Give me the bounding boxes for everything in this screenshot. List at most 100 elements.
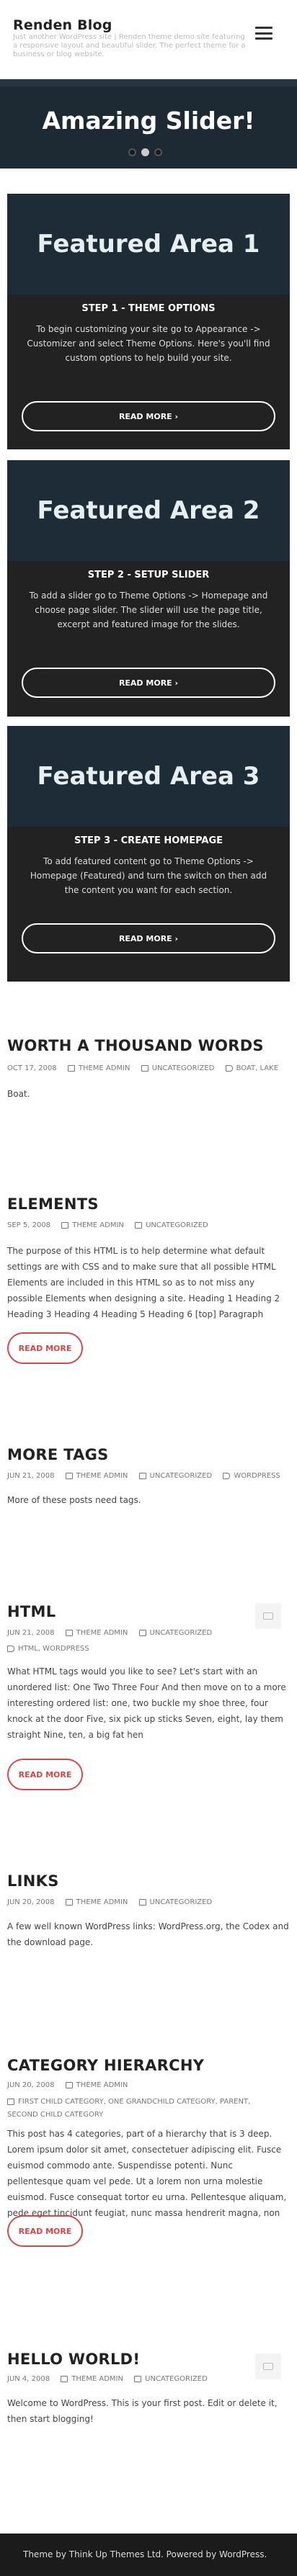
post-excerpt: The purpose of this HTML is to help dete… [7,1246,280,1319]
post-author[interactable]: THEME ADMIN [79,1064,130,1072]
read-more-button[interactable]: READ MORE [7,1759,83,1790]
post-meta: JUN 4, 2008 THEME ADMIN UNCATEGORIZED [7,2375,208,2383]
post-meta: JUN 20, 2008 THEME ADMIN UNCATEGORIZED [7,1898,212,1906]
slider-stripe [0,79,297,86]
slider-dot[interactable] [154,148,162,156]
tag-icon [223,1472,231,1479]
post-excerpt: A few well known WordPress links: WordPr… [7,1921,289,1947]
user-icon [65,2081,73,2088]
post-title[interactable]: CATEGORY HIERARCHY [7,2057,204,2074]
user-icon [61,2375,68,2382]
post-categories[interactable]: UNCATEGORIZED [150,1898,213,1906]
hero-slider: Amazing Slider! [0,79,297,169]
featured-area-3: Featured Area 3 STEP 3 - CREATE HOMEPAGE… [7,726,290,982]
post-title[interactable]: LINKS [7,1872,59,1890]
post-tags[interactable]: WORDPRESS [234,1472,280,1480]
post-excerpt: More of these posts need tags. [7,1495,141,1505]
folder-icon [134,2375,142,2382]
post-meta: OCT 17, 2008 THEME ADMIN UNCATEGORIZED B… [7,1064,278,1072]
post-date[interactable]: JUN 4, 2008 [7,2375,50,2383]
post-categories[interactable]: UNCATEGORIZED [150,1629,213,1637]
post-date[interactable]: SEP 5, 2008 [7,1221,50,1229]
post-date[interactable]: JUN 20, 2008 [7,1898,54,1906]
post-title[interactable]: ELEMENTS [7,1195,99,1213]
read-more-button[interactable]: READ MORE › [22,923,275,953]
featured-step-title: STEP 2 - SETUP SLIDER [87,570,210,580]
comment-icon[interactable] [255,2353,281,2379]
read-more-button[interactable]: READ MORE [7,2215,83,2247]
user-icon [67,1064,75,1072]
user-icon [61,1221,69,1229]
featured-area-1: Featured Area 1 STEP 1 - THEME OPTIONS T… [7,194,290,449]
post-title[interactable]: HELLO WORLD! [7,2351,140,2368]
featured-text: To add featured content go to Theme Opti… [30,856,267,895]
site-description: Just another WordPress site | Renden the… [13,33,246,58]
user-icon [65,1898,73,1906]
post-meta: SEP 5, 2008 THEME ADMIN UNCATEGORIZED [7,1221,208,1229]
folder-icon [138,1472,146,1479]
read-more-button[interactable]: READ MORE › [22,401,275,431]
post-categories[interactable]: UNCATEGORIZED [150,1472,213,1480]
folder-icon [138,1898,146,1906]
user-icon [65,1472,73,1479]
post-date[interactable]: JUN 21, 2008 [7,1629,54,1637]
user-icon [65,1629,73,1636]
featured-text: To begin customizing your site go to App… [27,324,270,363]
post-author[interactable]: THEME ADMIN [76,1629,128,1637]
post-excerpt: This post has 4 categories, part of a hi… [7,2129,287,2218]
post-title[interactable]: WORTH A THOUSAND WORDS [7,1037,264,1054]
post-author[interactable]: THEME ADMIN [76,1472,128,1480]
slider-pagination [128,148,162,156]
post-excerpt: Welcome to WordPress. This is your first… [7,2398,278,2424]
post-categories[interactable]: UNCATEGORIZED [146,1221,208,1229]
post-categories[interactable]: FIRST CHILD CATEGORY, ONE GRANDCHILD CAT… [7,2098,250,2119]
featured-image-title: Featured Area 2 [37,496,260,525]
read-more-button[interactable]: READ MORE [7,1332,83,1364]
slider-dot-active[interactable] [141,148,149,156]
post-title[interactable]: MORE TAGS [7,1446,109,1463]
post-tags[interactable]: BOAT, LAKE [236,1064,278,1072]
post-tags[interactable]: HTML, WORDPRESS [18,1645,89,1653]
post-categories[interactable]: UNCATEGORIZED [145,2375,208,2383]
footer-text: Theme by Think Up Themes Ltd. Powered by… [23,2549,267,2559]
post-excerpt: Boat. [7,1089,30,1099]
folder-icon [7,2098,14,2105]
hamburger-icon[interactable] [255,27,272,40]
read-more-button[interactable]: READ MORE › [22,668,275,698]
featured-text: To add a slider go to Theme Options -> H… [29,591,268,629]
post-meta: JUN 21, 2008 THEME ADMIN UNCATEGORIZED W… [7,1472,280,1480]
folder-icon [141,1064,148,1072]
post-author[interactable]: THEME ADMIN [76,2081,128,2089]
post-meta: JUN 21, 2008 THEME ADMIN UNCATEGORIZED [7,1629,212,1637]
featured-step-title: STEP 3 - CREATE HOMEPAGE [74,835,223,846]
post-author[interactable]: THEME ADMIN [71,2375,123,2383]
post-excerpt: What HTML tags would you like to see? Le… [7,1666,286,1740]
tag-icon [7,1645,14,1652]
post-category-line: FIRST CHILD CATEGORY, ONE GRANDCHILD CAT… [7,2096,281,2122]
featured-image: Featured Area 3 [7,726,290,827]
slider-title: Amazing Slider! [42,107,255,135]
post-meta: JUN 20, 2008 THEME ADMIN [7,2081,128,2089]
site-header: Renden Blog Just another WordPress site … [0,0,297,79]
tag-icon [225,1064,233,1072]
post-title[interactable]: HTML [7,1603,56,1620]
featured-step-title: STEP 1 - THEME OPTIONS [81,303,216,314]
featured-area-2: Featured Area 2 STEP 2 - SETUP SLIDER To… [7,460,290,717]
post-date[interactable]: JUN 20, 2008 [7,2081,54,2089]
post-author[interactable]: THEME ADMIN [76,1898,128,1906]
post-date[interactable]: OCT 17, 2008 [7,1064,57,1072]
featured-image: Featured Area 1 [7,194,290,295]
post-date[interactable]: JUN 21, 2008 [7,1472,54,1480]
site-title[interactable]: Renden Blog [13,17,112,33]
post-author[interactable]: THEME ADMIN [72,1221,124,1229]
post-tag-line: HTML, WORDPRESS [7,1645,89,1653]
featured-image-title: Featured Area 1 [37,230,260,259]
site-footer: Theme by Think Up Themes Ltd. Powered by… [0,2534,297,2576]
post-categories[interactable]: UNCATEGORIZED [152,1064,215,1072]
comment-icon[interactable] [255,1603,281,1629]
folder-icon [135,1221,143,1229]
featured-image-title: Featured Area 3 [37,762,260,791]
featured-image: Featured Area 2 [7,460,290,561]
slider-dot[interactable] [128,148,136,156]
folder-icon [138,1629,146,1636]
